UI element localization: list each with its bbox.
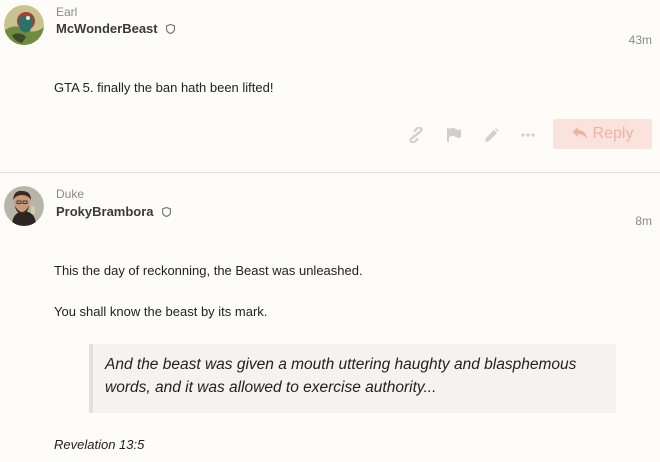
avatar-image <box>4 5 44 45</box>
user-title: Duke <box>56 187 85 201</box>
user-title: Earl <box>56 5 78 19</box>
post-2: Duke ProkyBrambora 8m This the day of re… <box>0 173 660 462</box>
post-paragraph: This the day of reckonning, the Beast wa… <box>54 263 363 278</box>
avatar-image <box>4 186 44 226</box>
link-icon[interactable] <box>407 127 425 143</box>
username-link[interactable]: ProkyBrambora <box>56 204 172 219</box>
avatar[interactable] <box>4 186 44 226</box>
post-actions: Reply <box>0 119 660 151</box>
reply-label: Reply <box>592 125 634 142</box>
shield-icon <box>166 24 176 34</box>
blockquote: And the beast was given a mouth uttering… <box>89 344 616 413</box>
reply-arrow-icon <box>572 127 587 139</box>
reply-button[interactable]: Reply <box>553 119 652 149</box>
citation: Revelation 13:5 <box>54 437 145 452</box>
username-label: McWonderBeast <box>56 21 158 36</box>
shield-icon <box>162 207 172 217</box>
post-timestamp[interactable]: 8m <box>635 214 652 228</box>
flag-icon[interactable] <box>445 127 463 143</box>
username-label: ProkyBrambora <box>56 204 154 219</box>
more-icon[interactable] <box>519 127 537 143</box>
username-link[interactable]: McWonderBeast <box>56 21 176 36</box>
post-timestamp[interactable]: 43m <box>629 33 652 47</box>
post-1: Earl McWonderBeast 43m GTA 5. finally th… <box>0 0 660 172</box>
post-paragraph: You shall know the beast by its mark. <box>54 304 268 319</box>
post-body: GTA 5. finally the ban hath been lifted! <box>54 80 274 95</box>
avatar[interactable] <box>4 5 44 45</box>
pencil-icon[interactable] <box>482 127 500 143</box>
